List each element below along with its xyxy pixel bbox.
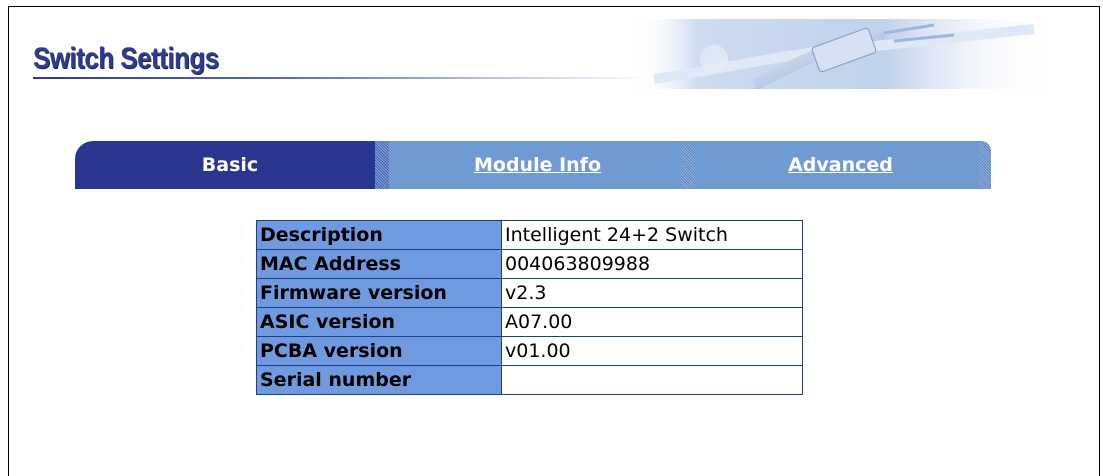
tab-advanced-label: Advanced <box>788 154 893 176</box>
asic-version-label: ASIC version <box>256 307 502 337</box>
table-row: PCBA version v01.00 <box>256 336 803 366</box>
table-row: MAC Address 004063809988 <box>256 249 803 279</box>
tab-module-info-label: Module Info <box>473 154 602 176</box>
description-value: Intelligent 24+2 Switch <box>501 220 803 250</box>
tab-basic-label: Basic <box>201 154 259 176</box>
pcba-version-label: PCBA version <box>256 336 502 366</box>
network-cable-banner-image <box>634 19 1054 89</box>
mac-address-label: MAC Address <box>256 249 502 279</box>
firmware-version-value: v2.3 <box>501 278 803 308</box>
tab-advanced[interactable]: Advanced <box>690 141 991 189</box>
tab-bar: Basic Module Info Advanced <box>75 141 991 189</box>
pcba-version-value: v01.00 <box>501 336 803 366</box>
tab-module-info[interactable]: Module Info <box>385 141 690 189</box>
description-label: Description <box>256 220 502 250</box>
table-row: Description Intelligent 24+2 Switch <box>256 220 803 250</box>
title-underline <box>33 77 653 79</box>
table-row: Serial number <box>256 365 803 395</box>
page-title: Switch Settings <box>33 42 219 75</box>
firmware-version-label: Firmware version <box>256 278 502 308</box>
tab-right-edge <box>979 141 991 189</box>
page-header: Switch Settings <box>9 7 1101 97</box>
asic-version-value: A07.00 <box>501 307 803 337</box>
serial-number-label: Serial number <box>256 365 502 395</box>
mac-address-value: 004063809988 <box>501 249 803 279</box>
tab-basic[interactable]: Basic <box>75 141 385 189</box>
tab-divider <box>681 141 695 189</box>
tab-divider <box>375 141 389 189</box>
page-frame: Switch Settings Basic Module Info Advanc… <box>8 6 1100 476</box>
switch-info-table: Description Intelligent 24+2 Switch MAC … <box>256 220 803 395</box>
table-row: Firmware version v2.3 <box>256 278 803 308</box>
table-row: ASIC version A07.00 <box>256 307 803 337</box>
serial-number-value <box>501 365 803 395</box>
